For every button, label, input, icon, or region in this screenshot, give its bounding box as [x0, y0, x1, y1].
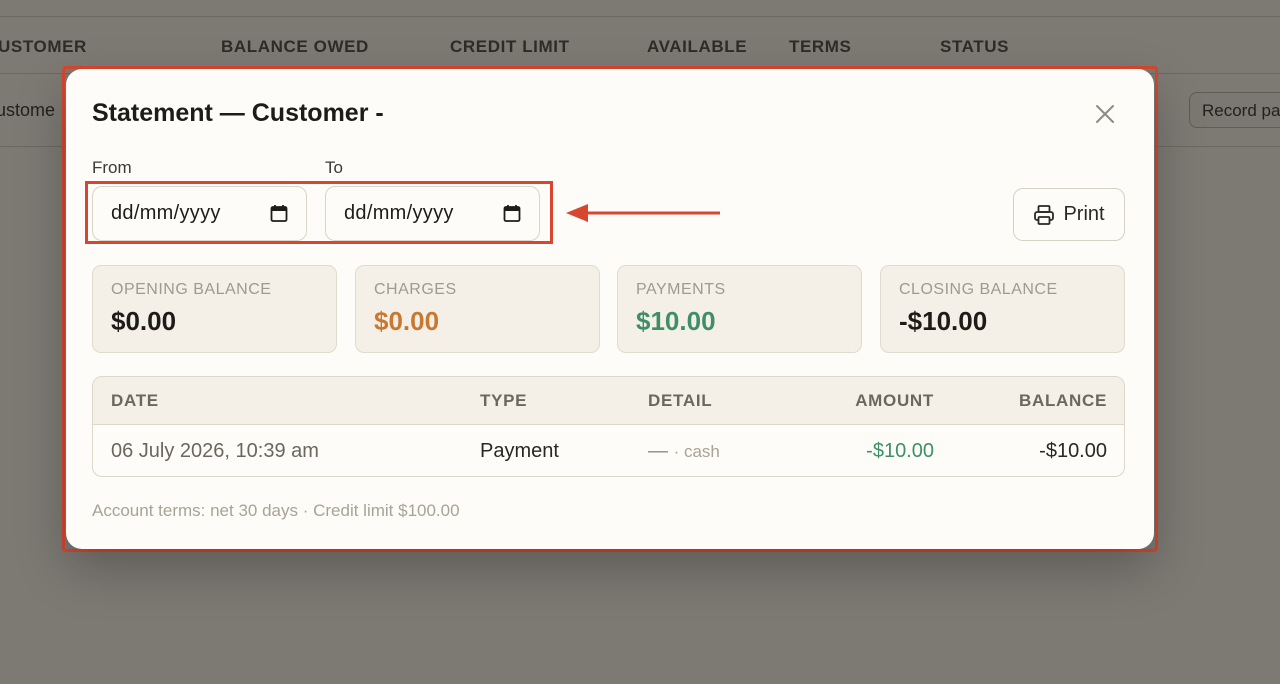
- calendar-icon[interactable]: [503, 204, 521, 223]
- detail-method: · cash: [673, 442, 720, 461]
- to-date-placeholder: dd/mm/yyyy: [344, 202, 454, 224]
- column-available: AVAILABLE: [647, 37, 748, 56]
- charges-card: CHARGES $0.00: [355, 265, 600, 353]
- column-balance-owed: BALANCE OWED: [221, 37, 369, 56]
- closing-balance-card: CLOSING BALANCE -$10.00: [880, 265, 1125, 353]
- row-detail: — · cash: [648, 440, 720, 463]
- column-credit-limit: CREDIT LIMIT: [450, 37, 570, 56]
- row-balance: -$10.00: [1039, 440, 1107, 462]
- column-type: TYPE: [480, 391, 528, 410]
- close-icon: [1096, 105, 1114, 123]
- stat-value: $0.00: [111, 306, 177, 336]
- stat-value: -$10.00: [899, 306, 988, 336]
- print-button[interactable]: Print: [1013, 188, 1125, 241]
- stat-label: PAYMENTS: [636, 281, 726, 298]
- account-terms-note: Account terms: net 30 days · Credit limi…: [92, 501, 460, 520]
- from-label: From: [92, 158, 132, 177]
- payments-card: PAYMENTS $10.00: [617, 265, 862, 353]
- opening-balance-card: OPENING BALANCE $0.00: [92, 265, 337, 353]
- calendar-icon[interactable]: [270, 204, 288, 223]
- column-customer: USTOMER: [0, 37, 87, 56]
- statement-modal: Statement — Customer - From To dd/mm/yyy…: [66, 69, 1154, 549]
- customers-table-header: USTOMER BALANCE OWED CREDIT LIMIT AVAILA…: [0, 17, 1280, 74]
- customer-name: ustome: [0, 100, 56, 120]
- column-amount: AMOUNT: [855, 391, 934, 410]
- row-date: 06 July 2026, 10:39 am: [111, 440, 319, 462]
- column-date: DATE: [111, 391, 159, 410]
- from-date-input[interactable]: dd/mm/yyyy: [92, 186, 307, 241]
- to-label: To: [325, 158, 343, 177]
- row-type: Payment: [480, 440, 559, 462]
- column-terms: TERMS: [789, 37, 852, 56]
- close-button[interactable]: [1090, 99, 1120, 129]
- column-status: STATUS: [940, 37, 1010, 56]
- stat-value: $0.00: [374, 306, 440, 336]
- record-payment-button[interactable]: Record pa: [1189, 92, 1280, 128]
- stat-value: $10.00: [636, 306, 716, 336]
- stat-label: CLOSING BALANCE: [899, 281, 1058, 298]
- printer-icon: [1034, 204, 1055, 225]
- column-balance: BALANCE: [1018, 391, 1107, 410]
- row-amount: -$10.00: [866, 440, 934, 462]
- modal-title: Statement — Customer -: [92, 99, 384, 127]
- print-button-label: Print: [1063, 203, 1105, 225]
- stat-label: CHARGES: [374, 281, 457, 298]
- detail-dash: —: [648, 440, 668, 462]
- to-date-input[interactable]: dd/mm/yyyy: [325, 186, 540, 241]
- table-header: DATE TYPE DETAIL AMOUNT BALANCE: [93, 377, 1124, 425]
- statement-table: DATE TYPE DETAIL AMOUNT BALANCE 06 July …: [92, 376, 1125, 477]
- from-date-placeholder: dd/mm/yyyy: [111, 202, 221, 224]
- column-detail: DETAIL: [648, 391, 713, 410]
- annotation-arrow-icon: [566, 204, 720, 222]
- stat-label: OPENING BALANCE: [111, 281, 272, 298]
